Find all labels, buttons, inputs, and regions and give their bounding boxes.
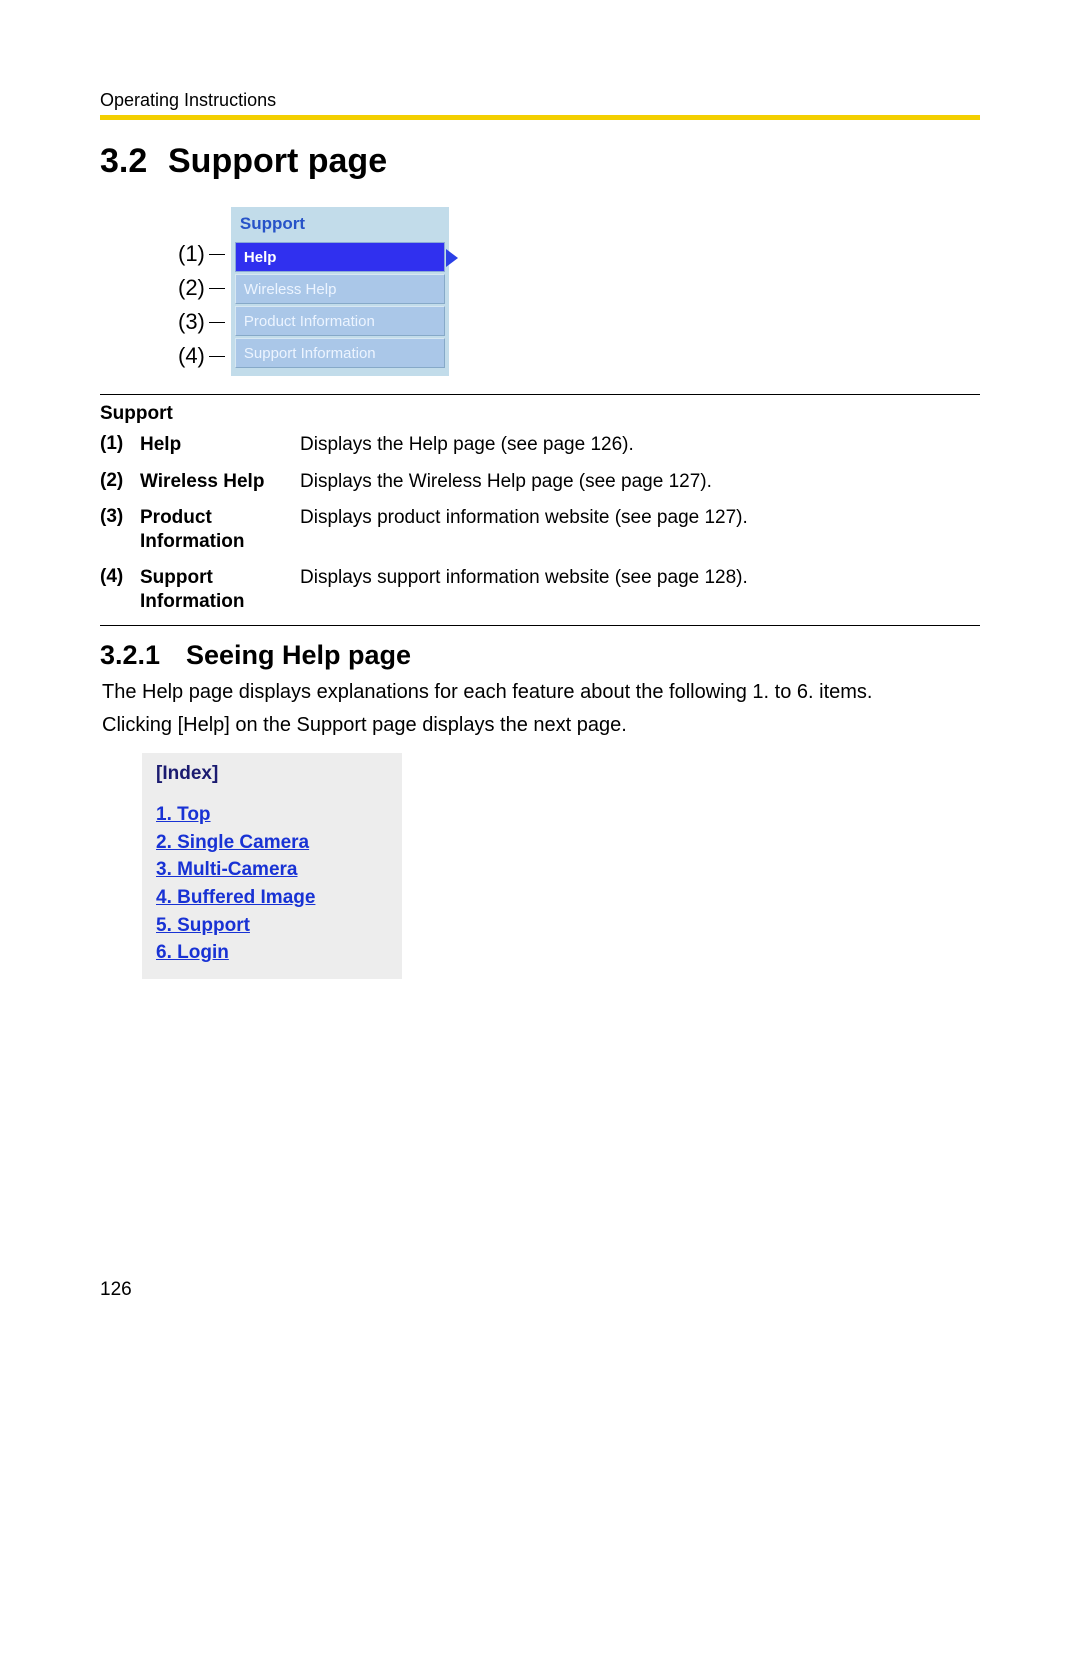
callout-label: (2) xyxy=(178,275,205,301)
menu-item-label: Support Information xyxy=(244,345,376,362)
subsection-number: 3.2.1 xyxy=(100,640,186,671)
index-link-support[interactable]: 5. Support xyxy=(156,912,250,940)
index-link-single-camera[interactable]: 2. Single Camera xyxy=(156,829,309,857)
help-index-panel: [Index] 1. Top 2. Single Camera 3. Multi… xyxy=(142,753,402,978)
callout-tick xyxy=(209,288,225,289)
rule xyxy=(100,625,980,626)
table-row: (1) Help Displays the Help page (see pag… xyxy=(100,433,980,458)
menu-item-help[interactable]: Help xyxy=(235,242,445,272)
running-header: Operating Instructions xyxy=(100,90,980,111)
page-number: 126 xyxy=(100,1279,980,1301)
callout-2: (2) xyxy=(178,271,225,305)
index-link-multi-camera[interactable]: 3. Multi-Camera xyxy=(156,856,297,884)
section-title-text: Support page xyxy=(168,142,387,180)
callout-label: (3) xyxy=(178,309,205,335)
row-term: Product Information xyxy=(140,506,300,554)
table-row: (3) Product Information Displays product… xyxy=(100,506,980,554)
menu-item-label: Help xyxy=(244,249,277,266)
body-paragraph: Clicking [Help] on the Support page disp… xyxy=(100,712,980,739)
menu-item-product-information[interactable]: Product Information xyxy=(235,306,445,336)
document-page: Operating Instructions 3.2Support page (… xyxy=(0,0,1080,1361)
play-arrow-icon xyxy=(446,249,458,267)
table-row: (2) Wireless Help Displays the Wireless … xyxy=(100,470,980,495)
header-rule xyxy=(100,115,980,120)
callout-label: (4) xyxy=(178,343,205,369)
table-row: (4) Support Information Displays support… xyxy=(100,566,980,614)
reference-table: Support (1) Help Displays the Help page … xyxy=(100,403,980,613)
row-desc: Displays product information website (se… xyxy=(300,506,980,531)
row-term: Wireless Help xyxy=(140,470,300,494)
rule xyxy=(100,394,980,395)
menu-title: Support xyxy=(234,210,446,240)
row-number: (3) xyxy=(100,506,140,528)
menu-item-wireless-help[interactable]: Wireless Help xyxy=(235,274,445,304)
subsection-heading: 3.2.1Seeing Help page xyxy=(100,640,980,671)
callout-column: (1) (2) (3) (4) xyxy=(178,237,225,373)
row-desc: Displays the Wireless Help page (see pag… xyxy=(300,470,980,495)
subsection-title-text: Seeing Help page xyxy=(186,640,411,670)
callout-1: (1) xyxy=(178,237,225,271)
callout-4: (4) xyxy=(178,339,225,373)
callout-label: (1) xyxy=(178,241,205,267)
menu-item-label: Product Information xyxy=(244,313,375,330)
index-title: [Index] xyxy=(156,763,390,785)
row-term: Help xyxy=(140,433,300,457)
row-number: (1) xyxy=(100,433,140,455)
callout-tick xyxy=(209,322,225,323)
callout-tick xyxy=(209,356,225,357)
row-number: (2) xyxy=(100,470,140,492)
callout-tick xyxy=(209,254,225,255)
support-menu-figure: (1) (2) (3) (4) Support Help Wireless He… xyxy=(178,207,980,376)
index-link-login[interactable]: 6. Login xyxy=(156,939,229,967)
section-heading: 3.2Support page xyxy=(100,142,980,181)
body-paragraph: The Help page displays explanations for … xyxy=(100,679,980,706)
section-number: 3.2 xyxy=(100,142,168,181)
row-number: (4) xyxy=(100,566,140,588)
row-desc: Displays support information website (se… xyxy=(300,566,980,591)
row-desc: Displays the Help page (see page 126). xyxy=(300,433,980,458)
row-term: Support Information xyxy=(140,566,300,614)
index-link-top[interactable]: 1. Top xyxy=(156,801,211,829)
menu-item-support-information[interactable]: Support Information xyxy=(235,338,445,368)
callout-3: (3) xyxy=(178,305,225,339)
index-link-buffered-image[interactable]: 4. Buffered Image xyxy=(156,884,315,912)
table-title: Support xyxy=(100,403,980,425)
support-menu-panel: Support Help Wireless Help Product Infor… xyxy=(231,207,449,376)
menu-item-label: Wireless Help xyxy=(244,281,337,298)
